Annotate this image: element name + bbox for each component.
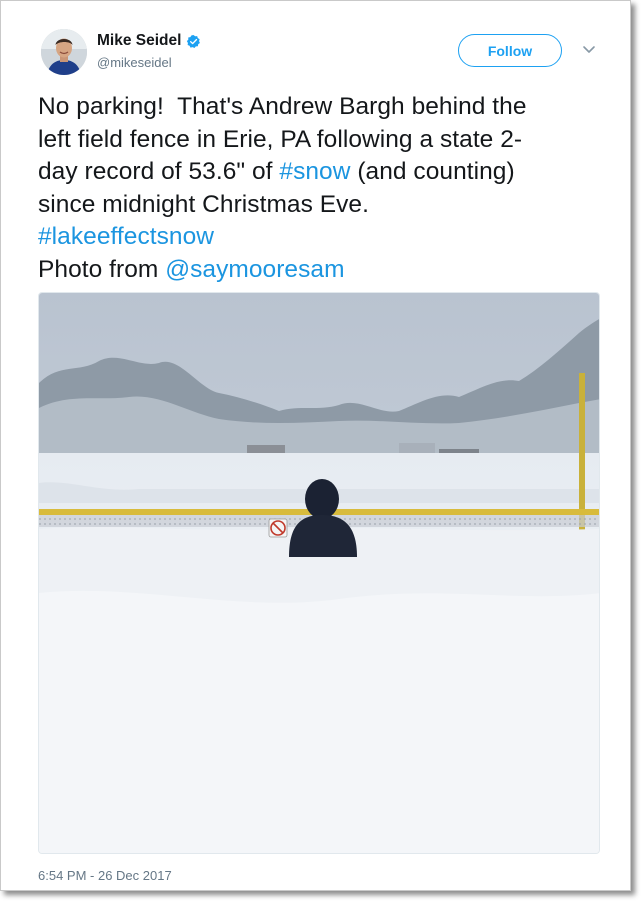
hashtag-lakeeffectsnow-link[interactable]: #lakeeffectsnow [38, 221, 608, 254]
tweet-text: No parking! That's Andrew Bargh behind t… [38, 91, 608, 286]
mention-saymooresam-link[interactable]: @saymooresam [165, 256, 344, 283]
follow-button[interactable]: Follow [458, 34, 562, 67]
tweet-text-segment: day record of 53.6" of [38, 158, 280, 185]
hashtag-snow-link[interactable]: #snow [279, 158, 350, 185]
tweet-line: day record of 53.6" of #snow (and counti… [38, 156, 608, 189]
photo-credit-prefix: Photo from [38, 255, 166, 283]
tweet-card: Mike Seidel @mikeseidel Follow No parkin… [0, 0, 631, 891]
tweet-line: since midnight Christmas Eve. [38, 190, 369, 218]
chevron-down-icon[interactable] [581, 43, 597, 57]
user-name-row[interactable]: Mike Seidel [97, 32, 201, 50]
tweet-line: left field fence in Erie, PA following a… [38, 125, 523, 153]
avatar[interactable] [41, 29, 87, 75]
tweet-text-segment: (and counting) [350, 158, 515, 185]
avatar-image [41, 29, 87, 75]
verified-badge-icon [187, 34, 201, 48]
photo-image [39, 293, 599, 853]
tweet-line: Photo from @saymooresam [38, 254, 608, 287]
tweet-line: No parking! That's Andrew Bargh behind t… [38, 93, 527, 120]
user-handle[interactable]: @mikeseidel [97, 55, 172, 70]
person-in-snow-photo[interactable] [38, 292, 600, 854]
tweet-timestamp[interactable]: 6:54 PM - 26 Dec 2017 [38, 868, 172, 883]
display-name[interactable]: Mike Seidel [97, 32, 181, 50]
